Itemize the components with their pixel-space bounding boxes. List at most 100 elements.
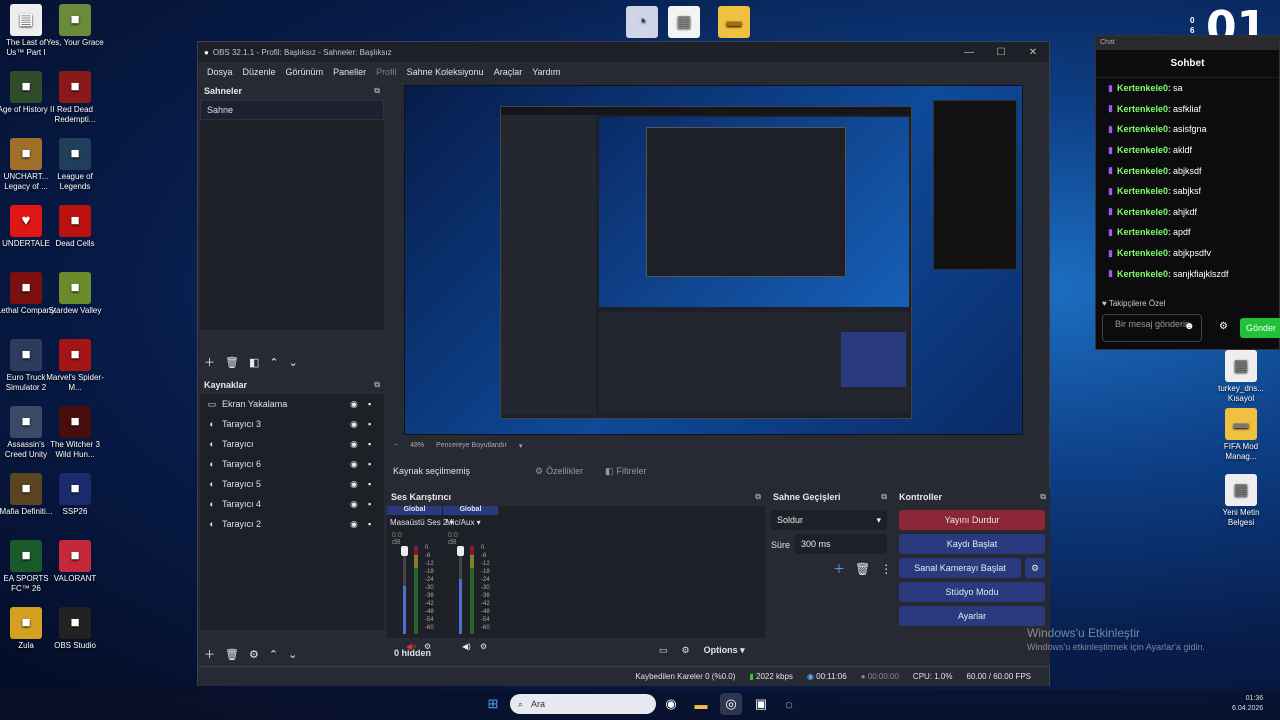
settings-icon[interactable]: ⚙ <box>682 645 690 656</box>
send-button[interactable]: Gönder <box>1240 318 1280 338</box>
eye-icon[interactable]: ◉ <box>350 439 358 450</box>
lock-icon[interactable]: ▪ <box>368 519 371 529</box>
chat-username[interactable]: Kertenkele0: <box>1117 186 1171 196</box>
desktop-icon[interactable]: ■ VALORANT <box>45 540 105 584</box>
dock-icon[interactable]: ⧉ <box>374 86 380 96</box>
trash-icon[interactable]: 🗑 <box>855 562 870 576</box>
chat-username[interactable]: Kertenkele0: <box>1117 104 1171 114</box>
close-button[interactable]: ✕ <box>1017 47 1049 58</box>
eye-icon[interactable]: ◉ <box>350 479 358 490</box>
settings-button[interactable]: Ayarlar <box>899 606 1045 626</box>
more-icon[interactable]: ⋮ <box>880 562 892 576</box>
minimize-button[interactable]: — <box>953 47 985 58</box>
volume-slider[interactable] <box>403 546 406 634</box>
move-up-icon[interactable]: ⌃ <box>269 356 278 369</box>
zoom-level[interactable]: 48% <box>410 442 424 450</box>
chrome-icon[interactable]: ◎ <box>720 693 742 715</box>
desktop-icon[interactable]: ■ Red Dead Redempti... <box>45 71 105 125</box>
desktop-icon[interactable]: ■ League of Legends <box>45 138 105 192</box>
system-clock[interactable]: 01:36 6.04.2026 <box>1232 694 1263 714</box>
desktop-icon-top-3[interactable]: ▬ <box>704 6 764 40</box>
zoom-out-icon[interactable]: − <box>394 442 398 450</box>
lock-icon[interactable]: ▪ <box>368 439 371 449</box>
properties-button[interactable]: ⚙ Özellikler <box>535 466 605 477</box>
chat-username[interactable]: Kertenkele0: <box>1117 145 1171 155</box>
lock-icon[interactable]: ▪ <box>368 499 371 509</box>
source-item[interactable]: ◐ Tarayıcı 2 ◉ ▪ <box>200 514 384 534</box>
start-recording-button[interactable]: Kaydı Başlat <box>899 534 1045 554</box>
mixer-channel-name[interactable]: Masaüstü Ses 2 ▾ <box>390 518 454 527</box>
menu-item[interactable]: Araçlar <box>489 67 528 77</box>
eye-icon[interactable]: ◉ <box>350 459 358 470</box>
chevron-down-icon[interactable]: ▾ <box>519 442 523 450</box>
desktop-icon[interactable]: ■ SSP26 <box>45 473 105 517</box>
chat-username[interactable]: Kertenkele0: <box>1117 166 1171 176</box>
slider-knob[interactable] <box>457 546 464 556</box>
studio-mode-button[interactable]: Stüdyo Modu <box>899 582 1045 602</box>
move-up-icon[interactable]: ⌃ <box>269 648 278 661</box>
virtual-camera-settings-button[interactable]: ⚙ <box>1025 558 1045 578</box>
menu-item[interactable]: Yardım <box>527 67 565 77</box>
menu-item[interactable]: Sahne Koleksiyonu <box>402 67 489 77</box>
chat-username[interactable]: Kertenkele0: <box>1117 227 1171 237</box>
menu-item[interactable]: Dosya <box>202 67 238 77</box>
file-explorer-icon[interactable]: ▬ <box>690 693 712 715</box>
virtual-camera-button[interactable]: Sanal Kamerayı Başlat <box>899 558 1021 578</box>
source-item[interactable]: ◐ Tarayıcı 5 ◉ ▪ <box>200 474 384 494</box>
eye-icon[interactable]: ◉ <box>350 419 358 430</box>
chat-username[interactable]: Kertenkele0: <box>1117 207 1171 217</box>
emoji-icon[interactable]: ☻ <box>1184 321 1195 332</box>
chat-username[interactable]: Kertenkele0: <box>1117 248 1171 258</box>
start-icon[interactable]: ⊞ <box>482 693 504 715</box>
menu-item[interactable]: Görünüm <box>281 67 329 77</box>
media-player-icon[interactable]: ◉ <box>660 693 682 715</box>
dock-icon[interactable]: ⧉ <box>755 492 761 502</box>
lock-icon[interactable]: ▪ <box>368 419 371 429</box>
add-icon[interactable]: ＋ <box>204 354 215 370</box>
duration-field[interactable]: 300 ms <box>795 534 887 554</box>
dock-icon[interactable]: ⧉ <box>1040 492 1046 502</box>
gear-icon[interactable]: ⚙ <box>249 648 259 661</box>
desktop-icon[interactable]: ■ Stardew Valley <box>45 272 105 316</box>
speaker-icon[interactable]: ◀) <box>462 642 471 651</box>
source-item[interactable]: ◐ Tarayıcı 4 ◉ ▪ <box>200 494 384 514</box>
options-button[interactable]: Options ▾ <box>704 645 745 656</box>
desktop-icon[interactable]: ■ Yes, Your Grace <box>45 4 105 48</box>
add-icon[interactable]: ＋ <box>204 646 215 662</box>
slider-knob[interactable] <box>401 546 408 556</box>
app-icon[interactable]: ▣ <box>750 693 772 715</box>
menu-item[interactable]: Paneller <box>328 67 371 77</box>
scene-item[interactable]: Sahne <box>200 100 384 120</box>
desktop-icon[interactable]: ■ OBS Studio <box>45 607 105 651</box>
source-item[interactable]: ▭ Ekran Yakalama ◉ ▪ <box>200 394 384 414</box>
trash-icon[interactable]: 🗑 <box>225 648 239 661</box>
maximize-button[interactable]: ☐ <box>985 47 1017 58</box>
desktop-icon[interactable]: ■ Dead Cells <box>45 205 105 249</box>
lock-icon[interactable]: ▪ <box>368 459 371 469</box>
mixer-channel-name[interactable]: Mic/Aux ▾ <box>446 518 481 527</box>
menu-item[interactable]: Düzenle <box>238 67 281 77</box>
desktop-icon[interactable]: ■ The Witcher 3 Wild Hun... <box>45 406 105 460</box>
lock-icon[interactable]: ▪ <box>368 399 371 409</box>
dock-icon[interactable]: ⧉ <box>881 492 887 502</box>
stop-stream-button[interactable]: Yayını Durdur <box>899 510 1045 530</box>
filter-icon[interactable]: ◧ <box>249 356 259 369</box>
source-item[interactable]: ◐ Tarayıcı 3 ◉ ▪ <box>200 414 384 434</box>
desktop-icon[interactable]: ▬ FIFA Mod Manag... <box>1211 408 1271 462</box>
taskbar-search[interactable]: ⌕ Ara <box>510 694 656 714</box>
filters-button[interactable]: ◧ Filtreler <box>605 466 647 477</box>
transition-select[interactable]: Soldur ▾ <box>771 510 887 530</box>
dock-icon[interactable]: ⧉ <box>374 380 380 390</box>
chat-username[interactable]: Kertenkele0: <box>1117 83 1171 93</box>
channel-settings-icon[interactable]: ⚙ <box>480 642 487 651</box>
eye-icon[interactable]: ◉ <box>350 499 358 510</box>
desktop-icon[interactable]: ▤ Yeni Metin Belgesi <box>1211 474 1271 528</box>
source-item[interactable]: ◐ Tarayıcı 6 ◉ ▪ <box>200 454 384 474</box>
chat-username[interactable]: Kertenkele0: <box>1117 269 1171 279</box>
move-down-icon[interactable]: ⌄ <box>288 648 297 661</box>
source-item[interactable]: ◐ Tarayıcı ◉ ▪ <box>200 434 384 454</box>
zoom-mode[interactable]: Pencereye Boyutlandır <box>436 442 507 450</box>
gear-icon[interactable]: ⚙ <box>1219 321 1228 332</box>
preview-canvas[interactable] <box>404 85 1023 435</box>
menu-item[interactable]: Profil <box>371 67 402 77</box>
